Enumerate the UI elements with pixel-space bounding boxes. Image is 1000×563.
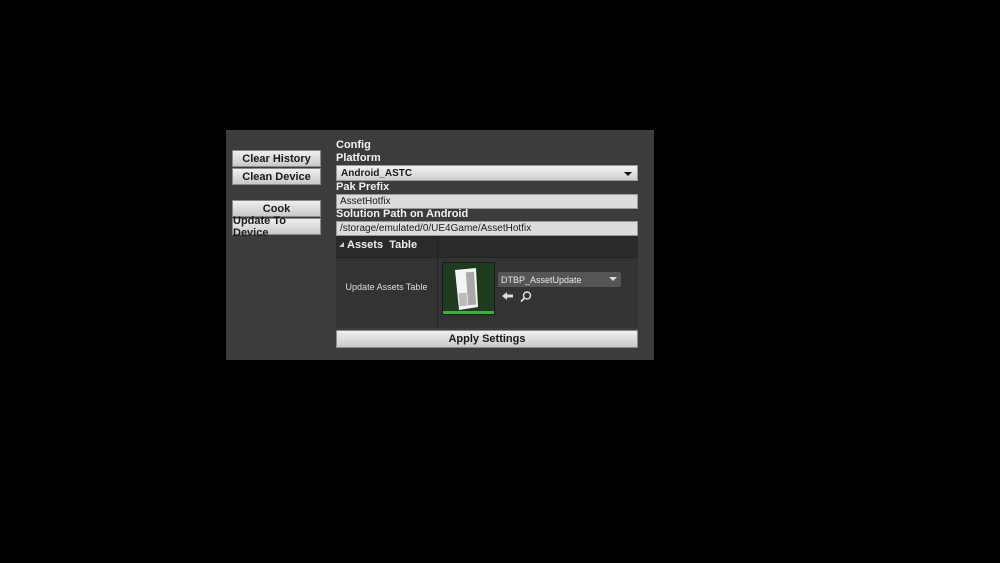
chevron-down-icon — [609, 277, 617, 281]
asset-value: DTBP_AssetUpdate — [501, 274, 582, 285]
data-table-icon — [455, 268, 478, 310]
pak-prefix-input[interactable]: AssetHotfix — [336, 194, 638, 209]
column-divider — [437, 236, 438, 328]
asset-thumbnail[interactable] — [442, 262, 495, 315]
update-to-device-button[interactable]: Update To Device — [232, 215, 321, 239]
assets-table: Assets Table Update Assets Table DTBP_As… — [336, 236, 638, 328]
asset-type-bar — [443, 311, 494, 314]
config-title: Config — [336, 139, 371, 151]
asset-picker-dropdown[interactable]: DTBP_AssetUpdate — [498, 272, 621, 287]
platform-value: Android_ASTC — [341, 167, 413, 179]
apply-settings-button[interactable]: Apply Settings — [336, 330, 638, 348]
clear-history-button[interactable]: Clear History — [232, 150, 321, 167]
use-selected-arrow-icon[interactable] — [502, 291, 514, 301]
update-assets-table-label: Update Assets Table — [345, 282, 428, 292]
browse-search-icon[interactable] — [520, 291, 532, 302]
clean-device-button[interactable]: Clean Device — [232, 168, 321, 185]
collapse-triangle-icon — [339, 242, 344, 247]
platform-label: Platform — [336, 152, 381, 164]
solution-path-input[interactable]: /storage/emulated/0/UE4Game/AssetHotfix — [336, 221, 638, 236]
solution-path-label: Solution Path on Android — [336, 208, 469, 220]
assets-table-header[interactable]: Assets Table — [336, 236, 638, 258]
chevron-down-icon — [624, 172, 632, 176]
settings-panel: Clear History Clean Device Cook Update T… — [226, 130, 654, 360]
platform-dropdown[interactable]: Android_ASTC — [336, 165, 638, 181]
assets-table-title: Assets Table — [347, 239, 418, 251]
pak-prefix-label: Pak Prefix — [336, 181, 390, 193]
